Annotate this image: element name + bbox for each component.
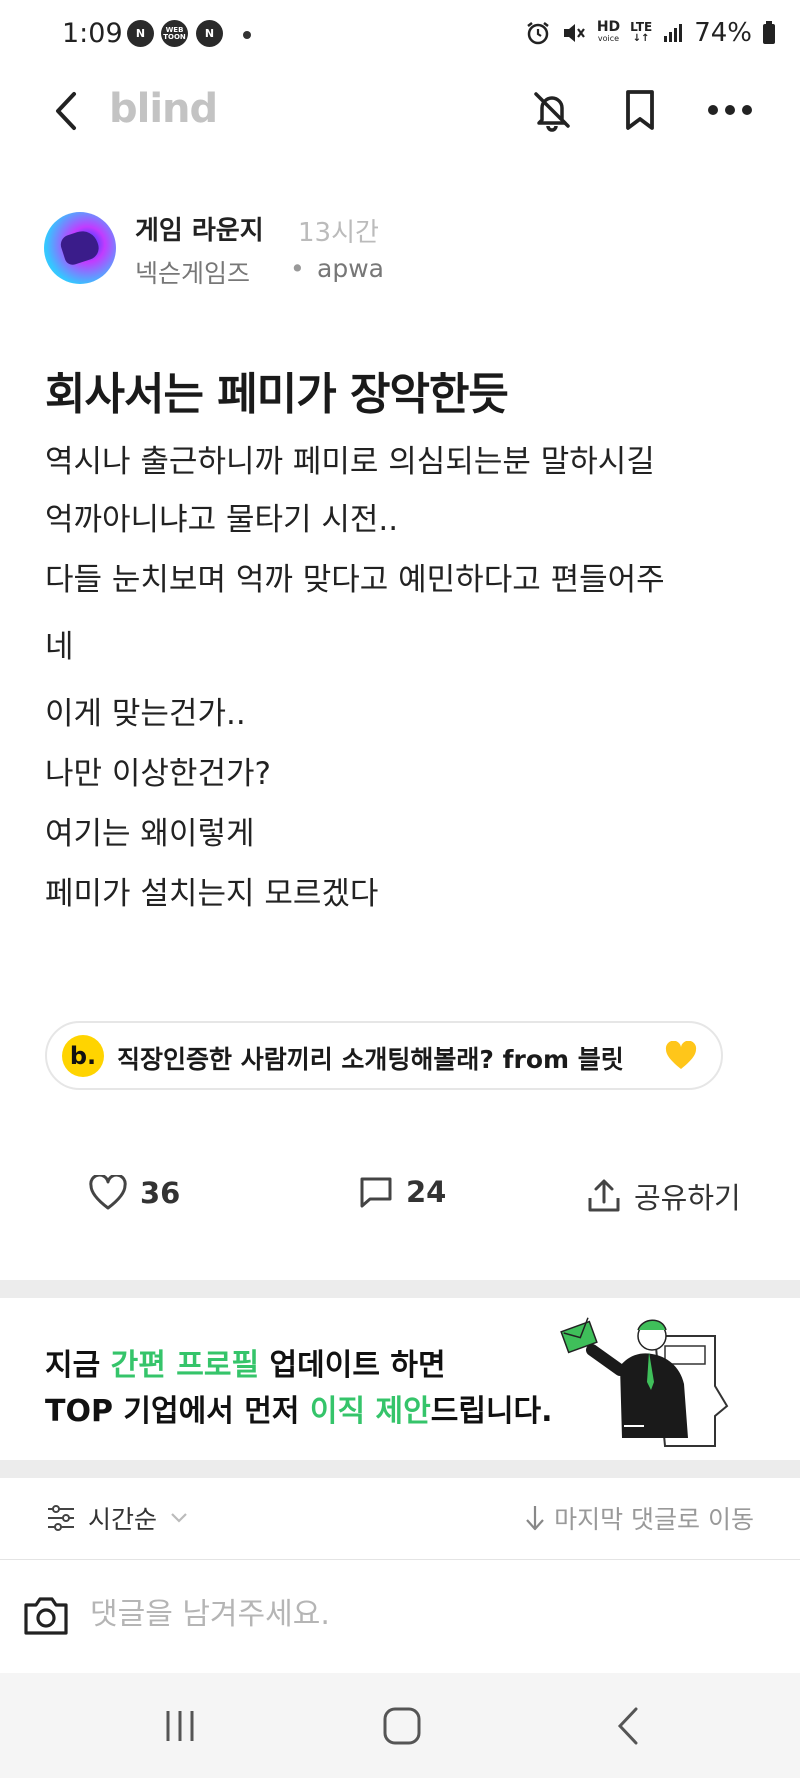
author-nickname: apwa bbox=[317, 254, 384, 283]
comment-count: 24 bbox=[406, 1175, 447, 1209]
share-icon bbox=[588, 1179, 620, 1212]
ad-line-2: TOP 기업에서 먼저 이직 제안드립니다. bbox=[45, 1394, 553, 1429]
share-button[interactable]: 공유하기 bbox=[586, 1175, 741, 1217]
status-icons: HD voice LTE ↓↑ 74% bbox=[525, 18, 776, 48]
bookmark-icon[interactable] bbox=[616, 86, 664, 134]
post-title: 회사서는 페미가 장악한듯 bbox=[45, 369, 509, 420]
comment-input[interactable] bbox=[90, 1589, 750, 1639]
profile-ad-banner[interactable]: 지금 간편 프로필 업데이트 하면 TOP 기업에서 먼저 이직 제안드립니다. bbox=[0, 1298, 800, 1460]
jump-label: 마지막 댓글로 이동 bbox=[554, 1505, 754, 1534]
notification-dot bbox=[243, 31, 251, 39]
section-divider bbox=[0, 1280, 800, 1298]
comment-button[interactable]: 24 bbox=[358, 1175, 446, 1209]
sort-dropdown[interactable]: 시간순 bbox=[46, 1500, 189, 1536]
notification-badge-naver: N bbox=[127, 20, 154, 47]
sort-label: 시간순 bbox=[88, 1505, 158, 1534]
status-time: 1:09 bbox=[62, 18, 123, 49]
yellow-heart-icon bbox=[665, 1041, 697, 1069]
promo-text: 직장인증한 사람끼리 소개팅해볼래? from 블릿 bbox=[117, 1045, 624, 1074]
board-avatar[interactable] bbox=[44, 212, 116, 284]
back-arrow-icon[interactable] bbox=[46, 86, 86, 136]
post-body-line: 역시나 출근하니까 페미로 의심되는분 말하시길 bbox=[45, 444, 655, 480]
author-company[interactable]: 넥슨게임즈 bbox=[135, 254, 250, 290]
notification-badge-webtoon: WEB TOON bbox=[161, 20, 188, 47]
like-button[interactable]: 36 bbox=[88, 1175, 180, 1211]
bell-off-icon[interactable] bbox=[528, 86, 576, 134]
camera-icon[interactable] bbox=[22, 1593, 70, 1637]
signal-icon bbox=[664, 24, 683, 42]
recents-icon[interactable] bbox=[150, 1703, 210, 1749]
lte-indicator: LTE ↓↑ bbox=[630, 20, 653, 44]
blit-logo: b. bbox=[62, 1035, 104, 1077]
comment-icon bbox=[360, 1177, 392, 1208]
post-author: 게임 라운지 13시간 넥슨게임즈 • apwa bbox=[44, 210, 744, 290]
section-divider bbox=[0, 1460, 800, 1478]
arrow-down-icon bbox=[526, 1506, 544, 1531]
jump-to-last-comment[interactable]: 마지막 댓글로 이동 bbox=[524, 1500, 754, 1536]
alarm-icon bbox=[527, 22, 549, 45]
share-label: 공유하기 bbox=[634, 1181, 741, 1215]
heart-icon bbox=[89, 1175, 127, 1210]
post-body-line: 여기는 왜이렇게 bbox=[45, 816, 255, 852]
home-icon[interactable] bbox=[372, 1703, 432, 1749]
post-body-line: 다들 눈치보며 억까 맞다고 예민하다고 편들어주 bbox=[45, 562, 665, 598]
system-back-icon[interactable] bbox=[600, 1703, 660, 1749]
comment-composer bbox=[0, 1561, 800, 1673]
author-separator: • bbox=[290, 254, 305, 283]
system-navigation-bar bbox=[0, 1673, 800, 1778]
board-name[interactable]: 게임 라운지 bbox=[135, 210, 264, 247]
post-body-line: 억까아니냐고 물타기 시전.. bbox=[45, 502, 399, 538]
notification-badge-naver-2: N bbox=[196, 20, 223, 47]
chevron-down-icon bbox=[171, 1513, 187, 1523]
post-body-line: 네 bbox=[45, 629, 74, 665]
like-count: 36 bbox=[140, 1176, 181, 1210]
battery-icon bbox=[763, 21, 775, 44]
status-bar: 1:09 N WEB TOON N HD voice LTE ↓↑ 74% bbox=[0, 0, 800, 72]
post-actions: 36 24 공유하기 bbox=[0, 1175, 800, 1235]
post-body-line: 페미가 설치는지 모르겠다 bbox=[45, 876, 379, 912]
comment-sort-bar: 시간순 마지막 댓글로 이동 bbox=[0, 1478, 800, 1560]
battery-percent: 74% bbox=[694, 18, 752, 48]
top-navigation: blind bbox=[0, 72, 800, 150]
ad-line-1: 지금 간편 프로필 업데이트 하면 bbox=[45, 1348, 446, 1383]
post-body-line: 이게 맞는건가.. bbox=[45, 696, 246, 732]
post-body-line: 나만 이상한건가? bbox=[45, 756, 271, 792]
businessman-illustration bbox=[560, 1317, 729, 1447]
mute-icon bbox=[563, 24, 585, 42]
hd-voice-indicator: HD voice bbox=[596, 19, 621, 43]
blind-date-promo[interactable]: b. 직장인증한 사람끼리 소개팅해볼래? from 블릿 bbox=[45, 1021, 723, 1090]
post-time: 13시간 bbox=[298, 218, 379, 248]
more-icon[interactable] bbox=[705, 86, 755, 134]
gamepad-icon bbox=[58, 227, 102, 267]
app-logo: blind bbox=[109, 86, 218, 132]
sort-icon bbox=[48, 1505, 74, 1531]
